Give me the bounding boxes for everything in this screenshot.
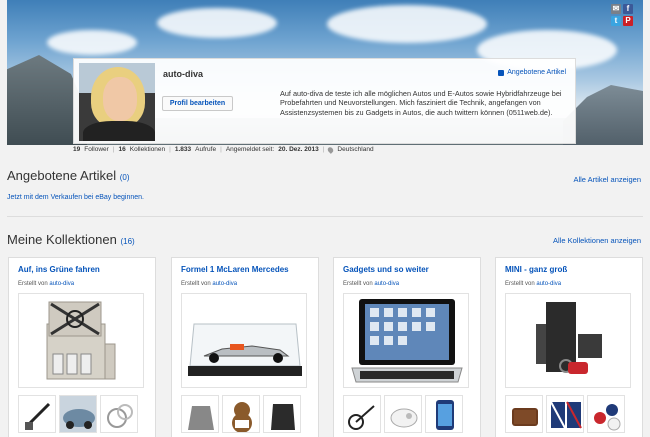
profile-username: auto-diva bbox=[163, 69, 204, 79]
followers-label: Follower bbox=[84, 146, 109, 153]
banner-cloud bbox=[327, 5, 487, 43]
collection-thumbnails bbox=[505, 395, 625, 433]
collection-card[interactable]: Formel 1 McLaren Mercedes Erstellt von a… bbox=[171, 257, 319, 437]
offered-items-link-label: Angebotene Artikel bbox=[507, 69, 566, 76]
collections-count: 16 bbox=[118, 146, 126, 153]
member-since-date: 20. Dez. 2013 bbox=[278, 146, 319, 153]
location-pin-icon bbox=[327, 145, 335, 154]
collection-title[interactable]: Auf, ins Grüne fahren bbox=[18, 265, 149, 274]
collection-thumb[interactable] bbox=[100, 395, 138, 433]
collection-title[interactable]: Gadgets und so weiter bbox=[343, 265, 474, 274]
collection-main-image[interactable] bbox=[343, 293, 469, 388]
collection-author: Erstellt von auto-diva bbox=[505, 281, 562, 287]
offered-title-text: Angebotene Artikel bbox=[7, 168, 117, 183]
profile-bio: Auf auto-diva de teste ich alle mögliche… bbox=[280, 89, 562, 117]
collection-title[interactable]: Formel 1 McLaren Mercedes bbox=[181, 265, 312, 274]
collection-thumb[interactable] bbox=[425, 395, 463, 433]
collection-author: Erstellt von auto-diva bbox=[181, 281, 238, 287]
collection-author: Erstellt von auto-diva bbox=[343, 281, 400, 287]
collection-thumbnails bbox=[181, 395, 301, 433]
collection-card[interactable]: Auf, ins Grüne fahren Erstellt von auto-… bbox=[8, 257, 156, 437]
collection-main-image[interactable] bbox=[18, 293, 144, 388]
offered-count: (0) bbox=[119, 173, 130, 182]
collection-main-image[interactable] bbox=[505, 293, 631, 388]
collection-thumb[interactable] bbox=[546, 395, 584, 433]
collection-author: Erstellt von auto-diva bbox=[18, 281, 75, 287]
twitter-icon[interactable]: t bbox=[611, 16, 621, 26]
collection-thumb[interactable] bbox=[59, 395, 97, 433]
banner-cloud bbox=[47, 30, 137, 55]
edit-profile-button[interactable]: Profil bearbeiten bbox=[162, 96, 233, 111]
banner-cloud bbox=[157, 8, 277, 38]
views-label: Aufrufe bbox=[195, 146, 217, 153]
collection-thumbnails bbox=[343, 395, 463, 433]
social-icons: ✉ f t P bbox=[607, 4, 633, 26]
avatar[interactable] bbox=[79, 63, 155, 141]
collection-card[interactable]: MINI - ganz groß Erstellt von auto-diva bbox=[495, 257, 643, 437]
collection-thumb[interactable] bbox=[263, 395, 301, 433]
pinterest-icon[interactable]: P bbox=[623, 16, 633, 26]
collections-label: Kollektionen bbox=[129, 146, 166, 153]
facebook-icon[interactable]: f bbox=[623, 4, 633, 14]
profile-stats: 19 Follower | 16 Kollektionen | 1.833 Au… bbox=[73, 145, 374, 154]
see-all-collections-link[interactable]: Alle Kollektionen anzeigen bbox=[553, 236, 641, 245]
start-selling-link[interactable]: Jetzt mit dem Verkaufen bei eBay beginne… bbox=[7, 194, 144, 201]
location: Deutschland bbox=[337, 146, 374, 153]
views-count: 1.833 bbox=[174, 146, 192, 153]
collection-thumb[interactable] bbox=[222, 395, 260, 433]
see-all-items-link[interactable]: Alle Artikel anzeigen bbox=[573, 175, 641, 184]
collection-card[interactable]: Gadgets und so weiter Erstellt von auto-… bbox=[333, 257, 481, 437]
collection-thumb[interactable] bbox=[181, 395, 219, 433]
offered-items-link[interactable]: Angebotene Artikel bbox=[498, 69, 566, 76]
collections-count: (16) bbox=[120, 237, 135, 246]
collection-title[interactable]: MINI - ganz groß bbox=[505, 265, 636, 274]
collection-main-image[interactable] bbox=[181, 293, 307, 388]
collection-thumb[interactable] bbox=[343, 395, 381, 433]
section-divider bbox=[7, 216, 643, 217]
followers-count: 19 bbox=[73, 146, 81, 153]
member-since-label: Angemeldet seit: bbox=[225, 146, 275, 153]
collection-thumb[interactable] bbox=[384, 395, 422, 433]
collection-thumb[interactable] bbox=[587, 395, 625, 433]
lock-icon bbox=[498, 69, 505, 76]
collections-section-title: Meine Kollektionen (16) bbox=[7, 232, 135, 247]
collections-title-text: Meine Kollektionen bbox=[7, 232, 117, 247]
collection-thumb[interactable] bbox=[18, 395, 56, 433]
collection-thumbnails bbox=[18, 395, 138, 433]
profile-card: auto-diva Profil bearbeiten Angebotene A… bbox=[73, 58, 576, 144]
offered-section-title: Angebotene Artikel (0) bbox=[7, 168, 130, 183]
collection-thumb[interactable] bbox=[505, 395, 543, 433]
mail-icon[interactable]: ✉ bbox=[611, 4, 621, 14]
